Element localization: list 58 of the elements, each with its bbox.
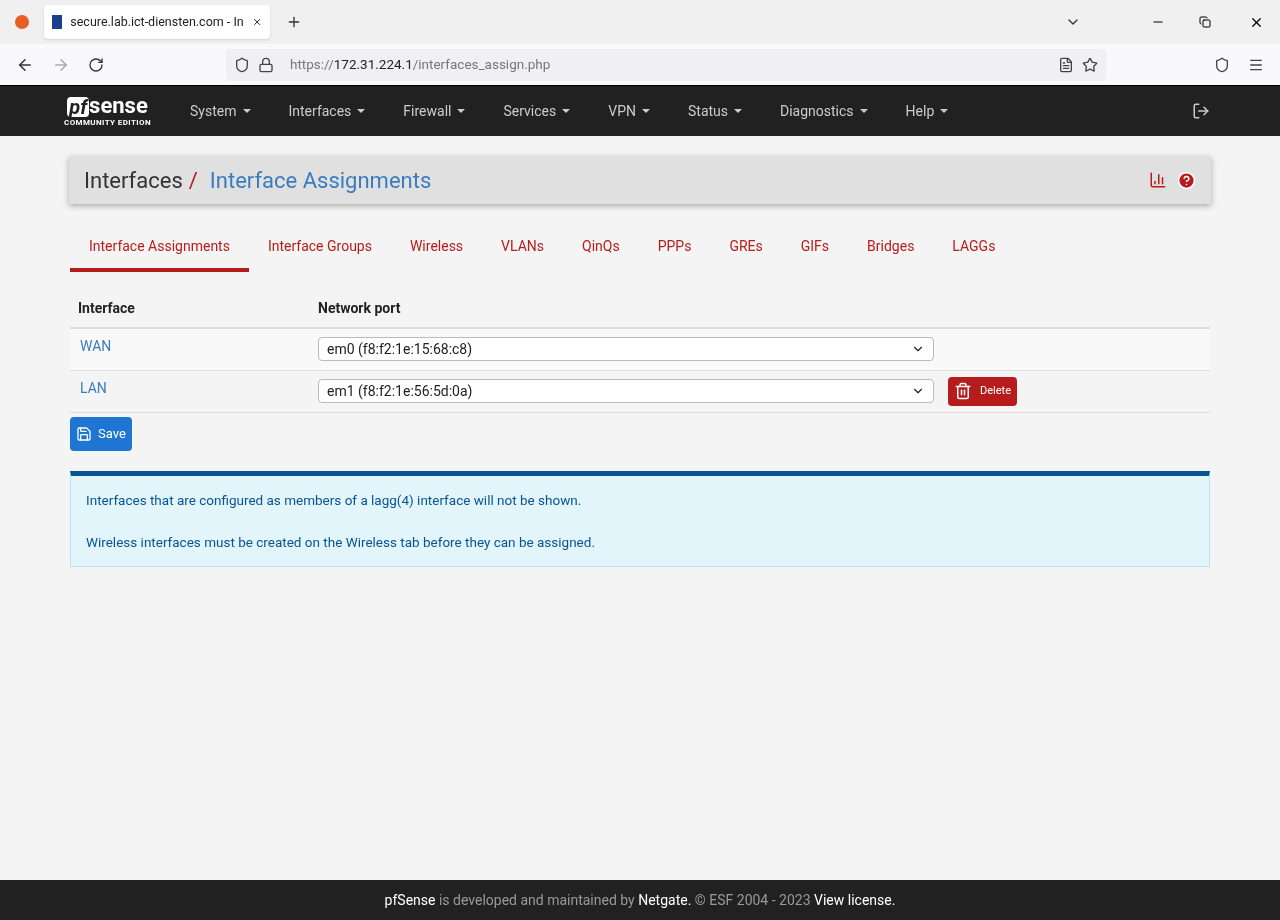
chart-icon[interactable] [1149, 171, 1167, 189]
caret-icon [734, 109, 743, 113]
trash-icon [954, 382, 972, 400]
help-icon[interactable] [1177, 170, 1196, 190]
browser-tab[interactable]: secure.lab.ict-diensten.com - In [44, 5, 270, 39]
caret-icon [457, 109, 466, 113]
network-port-select[interactable]: em0 (f8:f2:1e:15:68:c8) [318, 337, 934, 362]
tab[interactable]: Interface Assignments [70, 224, 249, 272]
url-text: https://172.31.224.1/interfaces_assign.php [290, 55, 552, 75]
tab[interactable]: GREs [710, 224, 782, 272]
tab[interactable]: LAGGs [933, 224, 1015, 272]
nav-menu[interactable]: Firewall [384, 100, 485, 122]
network-port-select[interactable]: em1 (f8:f2:1e:56:5d:0a) [318, 379, 934, 403]
info-note: Interfaces that are configured as members of a lagg(4) interface will not be shown. [86, 490, 583, 510]
nav-menu[interactable]: Help [886, 100, 968, 122]
tab[interactable]: PPPs [638, 224, 711, 272]
tab[interactable]: GIFs [781, 224, 849, 272]
restore-icon[interactable] [1199, 16, 1211, 28]
info-note: Wireless interfaces must be created on the Wireless tab before they can be assigned. [86, 532, 596, 552]
tab-title: secure.lab.ict-diensten.com - In [70, 12, 244, 31]
footer-text: pfSense is developed and maintained by Netgate. © ESF 2004 - 2023 View license. [384, 890, 896, 910]
tab[interactable]: QinQs [563, 224, 639, 272]
save-button[interactable]: Save [70, 416, 132, 451]
tab[interactable]: Interface Groups [248, 224, 391, 272]
bookmark-star-icon[interactable] [1082, 56, 1098, 73]
caret-icon [242, 109, 251, 113]
new-tab-icon[interactable] [286, 14, 302, 30]
interface-link[interactable]: LAN [80, 379, 107, 396]
column-header: Interface [70, 290, 310, 328]
breadcrumb-separator: / [188, 166, 198, 195]
delete-button[interactable]: Delete [948, 376, 1017, 406]
column-header: Network port [310, 290, 1210, 328]
nav-menu[interactable]: Interfaces [269, 100, 385, 122]
site-favicon-icon [52, 15, 63, 29]
interface-link[interactable]: WAN [80, 338, 112, 354]
tab[interactable]: Bridges [848, 224, 934, 272]
address-bar[interactable]: https://172.31.224.1/interfaces_assign.php [226, 48, 1106, 81]
nav-menu[interactable]: VPN [589, 100, 669, 122]
shield-icon [234, 56, 250, 73]
reload-icon[interactable] [88, 56, 104, 73]
reader-view-icon[interactable] [1058, 56, 1074, 73]
caret-icon [562, 109, 571, 113]
nav-menu[interactable]: System [171, 100, 270, 122]
nav-menu[interactable]: Status [669, 100, 762, 122]
footer-link[interactable]: Netgate. [638, 891, 692, 908]
nav-menu[interactable]: Services [484, 100, 590, 122]
logout-icon[interactable] [1192, 102, 1210, 120]
caret-icon [940, 109, 949, 113]
nav-menu[interactable]: Diagnostics [761, 100, 887, 122]
footer-link[interactable]: View license. [814, 891, 896, 908]
caret-icon [642, 109, 650, 113]
tab[interactable]: VLANs [482, 224, 564, 272]
caret-icon [859, 109, 868, 113]
breadcrumb-parent[interactable]: Interfaces [84, 163, 183, 197]
tab[interactable]: Wireless [390, 224, 483, 272]
lock-icon [258, 56, 274, 73]
pfsense-logo[interactable]: pfsense COMMUNITY EDITION [64, 95, 152, 127]
caret-icon [357, 109, 366, 113]
